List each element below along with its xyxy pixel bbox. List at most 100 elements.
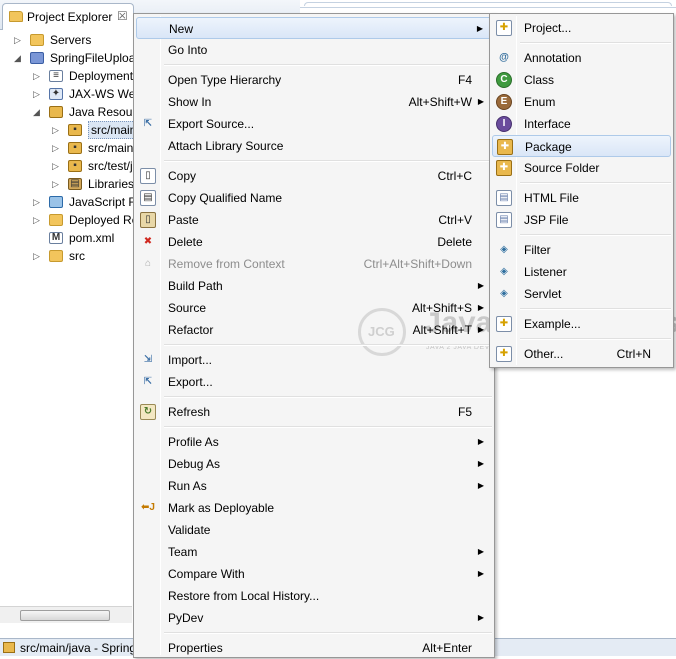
- menu-item-label: Package: [525, 140, 572, 154]
- menu-separator: [520, 182, 671, 184]
- package-icon: ✚: [497, 139, 513, 155]
- expand-arrow-icon[interactable]: ▷: [33, 85, 43, 103]
- menu-item-label: Show In: [168, 95, 212, 109]
- collapse-arrow-icon[interactable]: ◢: [33, 103, 43, 121]
- menu-item-source-folder[interactable]: ✚ Source Folder: [492, 157, 671, 179]
- menu-item-team[interactable]: Team ▶: [136, 541, 492, 563]
- expand-arrow-icon[interactable]: ▷: [14, 31, 24, 49]
- tree-item-label: pom.xml: [69, 231, 115, 245]
- menu-item-shortcut: Ctrl+Alt+Shift+Down: [363, 257, 472, 271]
- menu-item-label: Open Type Hierarchy: [168, 73, 282, 87]
- maven-file-icon: M: [49, 232, 63, 244]
- menu-item-enum[interactable]: E Enum: [492, 91, 671, 113]
- menu-item-class[interactable]: C Class: [492, 69, 671, 91]
- menu-item-label: Paste: [168, 213, 199, 227]
- delete-icon: ✖: [143, 236, 153, 247]
- menu-item-copy-qualified-name[interactable]: ▤ Copy Qualified Name: [136, 187, 492, 209]
- menu-item-label: JSP File: [524, 213, 569, 227]
- webservice-icon: ✦: [49, 88, 63, 100]
- class-icon: C: [496, 72, 512, 88]
- menu-item-label: HTML File: [524, 191, 579, 205]
- menu-item-build-path[interactable]: Build Path ▶: [136, 275, 492, 297]
- menu-item-open-type-hierarchy[interactable]: Open Type Hierarchy F4: [136, 69, 492, 91]
- folder-icon: [49, 250, 63, 262]
- filter-icon: ◈: [500, 244, 508, 255]
- menu-item-debug-as[interactable]: Debug As ▶: [136, 453, 492, 475]
- menu-item-new[interactable]: New ▶: [136, 17, 492, 39]
- menu-item-refresh[interactable]: ↻ Refresh F5: [136, 401, 492, 423]
- submenu-arrow-icon: ▶: [477, 459, 484, 468]
- export-source-icon: ⇱: [143, 118, 153, 129]
- menu-item-profile-as[interactable]: Profile As ▶: [136, 431, 492, 453]
- menu-item-project[interactable]: ✚ Project...: [492, 17, 671, 39]
- menu-item-label: Debug As: [168, 457, 221, 471]
- menu-item-go-into[interactable]: Go Into: [136, 39, 492, 61]
- menu-item-pydev[interactable]: PyDev ▶: [136, 607, 492, 629]
- menu-item-label: Project...: [524, 21, 572, 35]
- menu-item-listener[interactable]: ◈ Listener: [492, 261, 671, 283]
- context-menu: JCG Java Code Geeks JAVA 2 JAVA DEVELOPE…: [133, 13, 676, 658]
- export-icon: ⇱: [143, 376, 153, 387]
- tree-item-label: Servers: [50, 33, 92, 47]
- close-icon[interactable]: ☒: [117, 9, 128, 23]
- menu-item-show-in[interactable]: Show In Alt+Shift+W ▶: [136, 91, 492, 113]
- menu-item-label: Restore from Local History...: [168, 589, 320, 603]
- menu-item-label: Source: [168, 301, 207, 315]
- menu-item-restore-from-local-history[interactable]: Restore from Local History...: [136, 585, 492, 607]
- expand-arrow-icon[interactable]: ▷: [52, 157, 62, 175]
- scrollbar-thumb[interactable]: [20, 610, 110, 621]
- refresh-icon: ↻: [140, 404, 156, 420]
- expand-arrow-icon[interactable]: ▷: [52, 121, 62, 139]
- menu-item-delete[interactable]: ✖ Delete Delete: [136, 231, 492, 253]
- menu-item-export-source[interactable]: ⇱ Export Source...: [136, 113, 492, 135]
- expand-arrow-icon[interactable]: ▷: [33, 67, 43, 85]
- collapse-arrow-icon[interactable]: ◢: [14, 49, 24, 67]
- submenu-arrow-icon: ▶: [477, 613, 484, 622]
- new-submenu: ✚ Project... @ Annotation C Class E Enum I Interf…: [489, 13, 674, 368]
- menu-separator: [164, 396, 492, 398]
- expand-arrow-icon[interactable]: ▷: [33, 211, 43, 229]
- package-folder-icon: ▪: [68, 160, 82, 172]
- menu-item-import[interactable]: ⇲ Import...: [136, 349, 492, 371]
- menu-item-example[interactable]: ✚ Example...: [492, 313, 671, 335]
- menu-item-servlet[interactable]: ◈ Servlet: [492, 283, 671, 305]
- package-folder-icon: [3, 642, 15, 653]
- expand-arrow-icon[interactable]: ▷: [33, 193, 43, 211]
- menu-item-source[interactable]: Source Alt+Shift+S ▶: [136, 297, 492, 319]
- submenu-arrow-icon: ▶: [477, 303, 484, 312]
- project-icon: [30, 52, 44, 64]
- menu-item-paste[interactable]: ▯ Paste Ctrl+V: [136, 209, 492, 231]
- submenu-arrow-icon: ▶: [477, 481, 484, 490]
- menu-separator: [520, 308, 671, 310]
- tab-project-explorer[interactable]: Project Explorer ☒: [2, 3, 134, 30]
- menu-item-annotation[interactable]: @ Annotation: [492, 47, 671, 69]
- expand-arrow-icon[interactable]: ▷: [52, 175, 62, 193]
- menu-item-copy[interactable]: ▯ Copy Ctrl+C: [136, 165, 492, 187]
- import-icon: ⇲: [143, 354, 153, 365]
- library-icon: ▤: [68, 178, 82, 190]
- menu-item-attach-library-source[interactable]: Attach Library Source: [136, 135, 492, 157]
- menu-item-refactor[interactable]: Refactor Alt+Shift+T ▶: [136, 319, 492, 341]
- menu-item-validate[interactable]: Validate: [136, 519, 492, 541]
- menu-item-label: Build Path: [168, 279, 223, 293]
- descriptor-icon: ≡: [49, 70, 63, 82]
- expand-arrow-icon[interactable]: ▷: [52, 139, 62, 157]
- menu-item-filter[interactable]: ◈ Filter: [492, 239, 671, 261]
- menu-item-run-as[interactable]: Run As ▶: [136, 475, 492, 497]
- horizontal-scrollbar[interactable]: [0, 606, 132, 623]
- menu-item-other[interactable]: ✚ Other... Ctrl+N: [492, 343, 671, 365]
- menu-item-mark-as-deployable[interactable]: ⬅J Mark as Deployable: [136, 497, 492, 519]
- submenu-arrow-icon: ▶: [476, 24, 483, 33]
- menu-item-package[interactable]: ✚ Package: [492, 135, 671, 157]
- menu-item-export[interactable]: ⇱ Export...: [136, 371, 492, 393]
- menu-item-label: Export Source...: [168, 117, 255, 131]
- menu-item-html-file[interactable]: ▤ HTML File: [492, 187, 671, 209]
- folder-icon: [49, 214, 63, 226]
- expand-arrow-icon[interactable]: ▷: [33, 247, 43, 265]
- menu-item-shortcut: Ctrl+N: [616, 347, 651, 361]
- menu-item-jsp-file[interactable]: ▤ JSP File: [492, 209, 671, 231]
- menu-item-interface[interactable]: I Interface: [492, 113, 671, 135]
- menu-item-compare-with[interactable]: Compare With ▶: [136, 563, 492, 585]
- menu-item-label: Refresh: [168, 405, 211, 419]
- menu-separator: [164, 426, 492, 428]
